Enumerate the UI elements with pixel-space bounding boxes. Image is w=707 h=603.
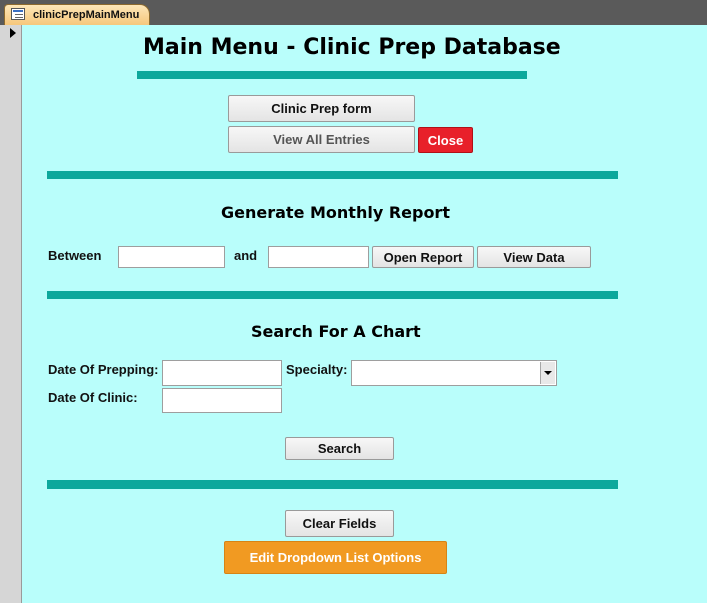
date-of-clinic-label: Date Of Clinic: xyxy=(48,390,138,405)
main-menu-form: Main Menu - Clinic Prep Database Clinic … xyxy=(22,25,707,603)
document-tab[interactable]: clinicPrepMainMenu xyxy=(4,4,150,25)
section-divider-1 xyxy=(47,171,618,179)
form-icon xyxy=(11,8,25,20)
open-report-button[interactable]: Open Report xyxy=(372,246,474,268)
search-button[interactable]: Search xyxy=(285,437,394,460)
document-tab-strip: clinicPrepMainMenu xyxy=(0,0,707,25)
section-divider-2 xyxy=(47,291,618,299)
page-title: Main Menu - Clinic Prep Database xyxy=(143,35,561,60)
specialty-combo-box[interactable] xyxy=(351,360,557,386)
date-of-prepping-input[interactable] xyxy=(162,360,282,386)
search-section-title: Search For A Chart xyxy=(251,322,421,341)
view-data-button[interactable]: View Data xyxy=(477,246,591,268)
close-button[interactable]: Close xyxy=(418,127,473,153)
document-tab-label: clinicPrepMainMenu xyxy=(33,9,140,21)
clinic-prep-form-button[interactable]: Clinic Prep form xyxy=(228,95,415,122)
specialty-label: Specialty: xyxy=(286,362,348,377)
view-all-entries-button[interactable]: View All Entries xyxy=(228,126,415,153)
date-of-clinic-input[interactable] xyxy=(162,388,282,413)
report-end-date-input[interactable] xyxy=(268,246,369,268)
monthly-report-title: Generate Monthly Report xyxy=(221,203,450,222)
section-divider-3 xyxy=(47,480,618,489)
edit-dropdown-list-options-button[interactable]: Edit Dropdown List Options xyxy=(224,541,447,574)
date-of-prepping-label: Date Of Prepping: xyxy=(48,362,159,377)
current-record-arrow-icon xyxy=(10,28,16,38)
report-start-date-input[interactable] xyxy=(118,246,225,268)
clear-fields-button[interactable]: Clear Fields xyxy=(285,510,394,537)
and-label: and xyxy=(234,248,258,263)
title-underline xyxy=(137,71,527,79)
between-label: Between xyxy=(48,248,102,263)
record-selector[interactable] xyxy=(0,25,22,603)
dropdown-arrow-icon[interactable] xyxy=(540,362,555,384)
